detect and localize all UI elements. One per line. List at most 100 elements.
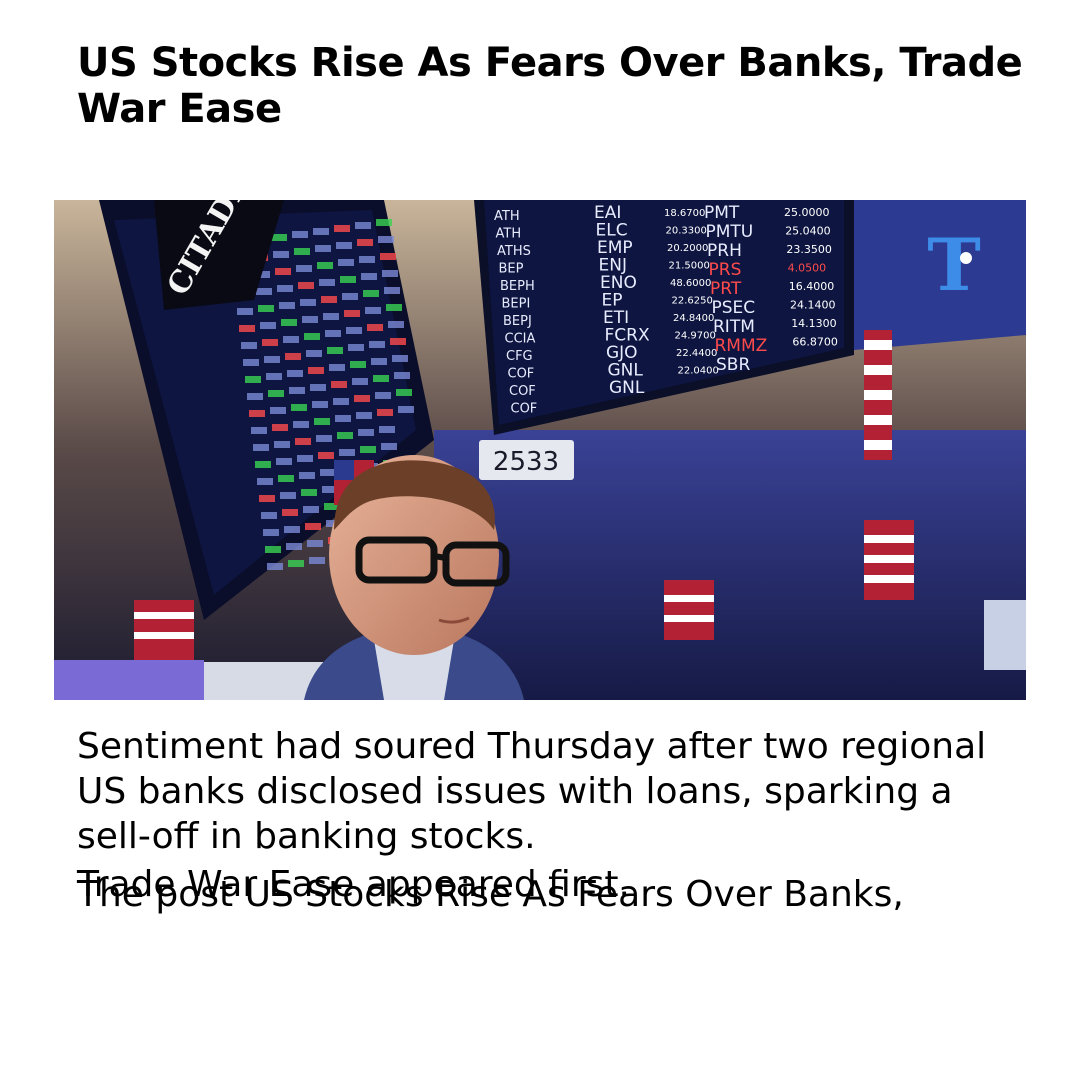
left-board-cell (276, 458, 292, 465)
left-board-cell (256, 288, 272, 295)
left-board-cell (320, 469, 336, 476)
left-board-cell (257, 478, 273, 485)
left-board-cell (388, 321, 404, 328)
left-board-cell (239, 325, 255, 332)
left-board-cell (376, 219, 392, 226)
left-board-cell (360, 446, 376, 453)
left-board-cell (283, 336, 299, 343)
left-board-cell (237, 308, 253, 315)
ticker-symbol-mid: GNL (609, 378, 645, 398)
ticker-symbol-right: SBR (716, 355, 750, 375)
ticker-symbol-left: ATH (496, 227, 522, 242)
left-board-cell (266, 373, 282, 380)
ticker-symbol-left: ATH (494, 209, 520, 224)
ticker-symbol-left: CCIA (505, 332, 536, 347)
left-board-cell (336, 242, 352, 249)
left-board-cell (247, 393, 263, 400)
article-summary: Sentiment had soured Thursday after two … (77, 726, 987, 857)
left-board-cell (337, 432, 353, 439)
left-board-cell (338, 259, 354, 266)
left-board-cell (318, 452, 334, 459)
ticker-symbol-left: BEPH (500, 279, 535, 294)
article-photo: CITADEL ATH ATH ATHS BEP BEPH BEPI BEPJ CCIA CFG… (54, 200, 1026, 700)
left-board-cell (245, 376, 261, 383)
ticker-price-mid: 20.3300 (666, 226, 707, 237)
left-board-cell (268, 390, 284, 397)
left-board-cell (321, 296, 337, 303)
left-board-cell (382, 270, 398, 277)
left-board-cell (308, 367, 324, 374)
left-board-cell (303, 506, 319, 513)
left-board-cell (267, 563, 283, 570)
left-board-cell (373, 375, 389, 382)
ticker-price-mid: 24.8400 (673, 313, 714, 324)
ticker-price-mid: 24.9700 (675, 331, 716, 342)
left-board-cell (307, 540, 323, 547)
left-board-cell (300, 299, 316, 306)
left-board-cell (305, 523, 321, 530)
ticker-price-right: 14.1300 (791, 317, 837, 330)
left-board-cell (281, 319, 297, 326)
left-board-cell (346, 327, 362, 334)
left-board-cell (287, 370, 303, 377)
left-board-cell (262, 339, 278, 346)
left-board-cell (265, 546, 281, 553)
left-board-cell (280, 492, 296, 499)
left-board-cell (375, 392, 391, 399)
left-board-cell (350, 361, 366, 368)
left-board-cell (342, 293, 358, 300)
left-board-cell (379, 426, 395, 433)
left-board-cell (255, 461, 271, 468)
ticker-symbol-left: COF (508, 367, 535, 382)
ticker-symbol-right: PMTU (706, 222, 754, 242)
left-board-cell (340, 276, 356, 283)
ticker-symbol-left: BEP (499, 262, 524, 277)
left-board-cell (279, 302, 295, 309)
left-board-cell (297, 455, 313, 462)
left-board-cell (315, 245, 331, 252)
left-board-cell (272, 424, 288, 431)
left-board-cell (352, 378, 368, 385)
left-board-cell (304, 333, 320, 340)
left-board-cell (396, 389, 412, 396)
left-board-cell (292, 231, 308, 238)
left-board-cell (339, 449, 355, 456)
left-board-cell (259, 495, 275, 502)
left-board-cell (293, 421, 309, 428)
left-board-cell (386, 304, 402, 311)
left-board-cell (323, 313, 339, 320)
left-board-cell (291, 404, 307, 411)
left-board-cell (310, 384, 326, 391)
ticker-symbol-right: PMT (704, 203, 740, 223)
ticker-symbol-left: CFG (506, 349, 533, 364)
left-board-cell (377, 409, 393, 416)
left-board-cell (296, 265, 312, 272)
left-board-cell (299, 472, 315, 479)
left-board-cell (251, 427, 267, 434)
ticker-price-mid: 20.2000 (667, 243, 708, 254)
left-board-cell (258, 305, 274, 312)
left-board-cell (361, 273, 377, 280)
article-footer: Trade War Ease appeared first. The post … (77, 862, 1027, 922)
left-board-cell (392, 355, 408, 362)
left-board-cell (344, 310, 360, 317)
ticker-price-right: 66.8700 (792, 336, 838, 349)
left-board-cell (263, 529, 279, 536)
left-board-cell (295, 438, 311, 445)
left-board-cell (381, 443, 397, 450)
left-board-cell (278, 475, 294, 482)
left-board-cell (301, 489, 317, 496)
ticker-price-mid: 22.0400 (678, 366, 719, 377)
left-board-cell (384, 287, 400, 294)
left-board-cell (274, 441, 290, 448)
left-board-cell (286, 543, 302, 550)
left-board-cell (243, 359, 259, 366)
ticker-price-right: 23.3500 (786, 243, 832, 256)
left-board-cell (313, 228, 329, 235)
left-board-cell (284, 526, 300, 533)
left-board-cell (367, 324, 383, 331)
ticker-symbol-left: BEPI (502, 297, 531, 312)
left-board-cell (358, 429, 374, 436)
ticker-symbol-right: PSEC (712, 298, 756, 318)
left-board-cell (319, 279, 335, 286)
